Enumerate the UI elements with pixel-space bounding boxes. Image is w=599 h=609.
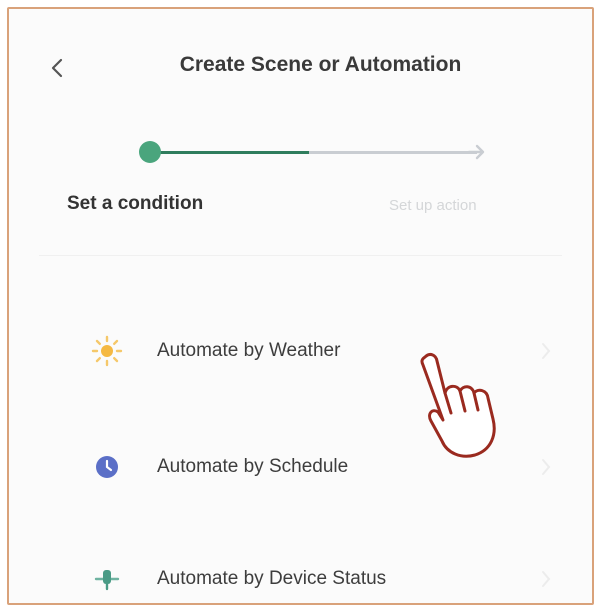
arrow-right-icon (467, 144, 485, 160)
step-label-set-condition: Set a condition (67, 193, 204, 214)
automation-screen: Create Scene or Automation Set a conditi… (7, 7, 594, 605)
divider (39, 255, 562, 256)
progress-line-complete (159, 151, 309, 154)
chevron-right-icon (542, 343, 551, 359)
page-title: Create Scene or Automation (179, 53, 462, 76)
clock-icon (87, 447, 127, 487)
option-label: Automate by Schedule (157, 456, 349, 477)
sun-icon (87, 331, 127, 371)
pointing-hand-icon (420, 352, 496, 458)
progress-stepper (139, 137, 495, 167)
step-label-set-up-action: Set up action (389, 197, 477, 214)
progress-line-pending (309, 151, 477, 154)
chevron-right-icon (542, 571, 551, 587)
option-automate-by-device-status[interactable]: Automate by Device Status (69, 549, 562, 603)
option-label: Automate by Weather (157, 340, 341, 361)
step-indicator-active (139, 141, 161, 163)
chevron-right-icon (542, 459, 551, 475)
option-label: Automate by Device Status (157, 568, 387, 589)
device-icon (87, 559, 127, 599)
